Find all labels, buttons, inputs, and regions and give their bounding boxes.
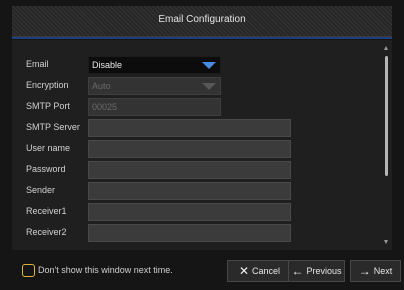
settings-panel: Email Disable Encryption Auto SMTP Port … xyxy=(12,40,392,250)
password-label: Password xyxy=(26,164,66,174)
title-accent-line xyxy=(12,37,392,39)
next-label: Next xyxy=(373,266,393,276)
email-config-window: Email Configuration Email Disable Encryp… xyxy=(0,0,404,290)
cancel-button[interactable]: ✕ Cancel xyxy=(227,260,292,282)
scrollbar-thumb[interactable] xyxy=(385,56,388,176)
next-button[interactable]: → Next xyxy=(350,260,401,282)
footer-bar: Don't show this window next time. ✕ Canc… xyxy=(12,257,401,287)
previous-label: Previous xyxy=(306,266,342,276)
dropdown-arrow-icon[interactable] xyxy=(202,62,216,69)
smtp-server-label: SMTP Server xyxy=(26,122,80,132)
window-title: Email Configuration xyxy=(158,14,246,25)
form-content: Email Disable Encryption Auto SMTP Port … xyxy=(12,40,382,250)
arrow-right-icon: → xyxy=(358,264,371,278)
previous-button[interactable]: ← Previous xyxy=(288,260,345,282)
cancel-label: Cancel xyxy=(252,266,281,276)
arrow-left-icon: ← xyxy=(291,264,304,278)
dropdown-arrow-icon xyxy=(202,83,216,90)
receiver1-input[interactable] xyxy=(88,203,291,221)
smtp-port-label: SMTP Port xyxy=(26,101,70,111)
sender-label: Sender xyxy=(26,185,56,195)
encryption-dropdown: Auto xyxy=(88,77,221,95)
dont-show-checkbox[interactable] xyxy=(22,264,35,277)
receiver2-label: Receiver2 xyxy=(26,227,67,237)
smtp-server-input[interactable] xyxy=(88,119,291,137)
vertical-scrollbar[interactable] xyxy=(384,46,389,244)
scroll-up-arrow-icon[interactable] xyxy=(384,46,388,50)
title-bar: Email Configuration xyxy=(12,6,392,37)
smtp-port-value: 00025 xyxy=(92,102,118,112)
user-name-input[interactable] xyxy=(88,140,291,158)
encryption-value: Auto xyxy=(92,81,111,91)
receiver1-label: Receiver1 xyxy=(26,206,67,216)
dont-show-label[interactable]: Don't show this window next time. xyxy=(38,265,173,275)
sender-input[interactable] xyxy=(88,182,291,200)
email-label: Email xyxy=(26,59,49,69)
receiver2-input[interactable] xyxy=(88,224,291,242)
close-icon: ✕ xyxy=(238,264,250,278)
scroll-down-arrow-icon[interactable] xyxy=(384,240,388,244)
password-input[interactable] xyxy=(88,161,291,179)
smtp-port-field: 00025 xyxy=(88,98,221,116)
email-dropdown[interactable]: Disable xyxy=(88,56,221,74)
user-name-label: User name xyxy=(26,143,71,153)
encryption-label: Encryption xyxy=(26,80,69,90)
email-value: Disable xyxy=(92,60,123,70)
